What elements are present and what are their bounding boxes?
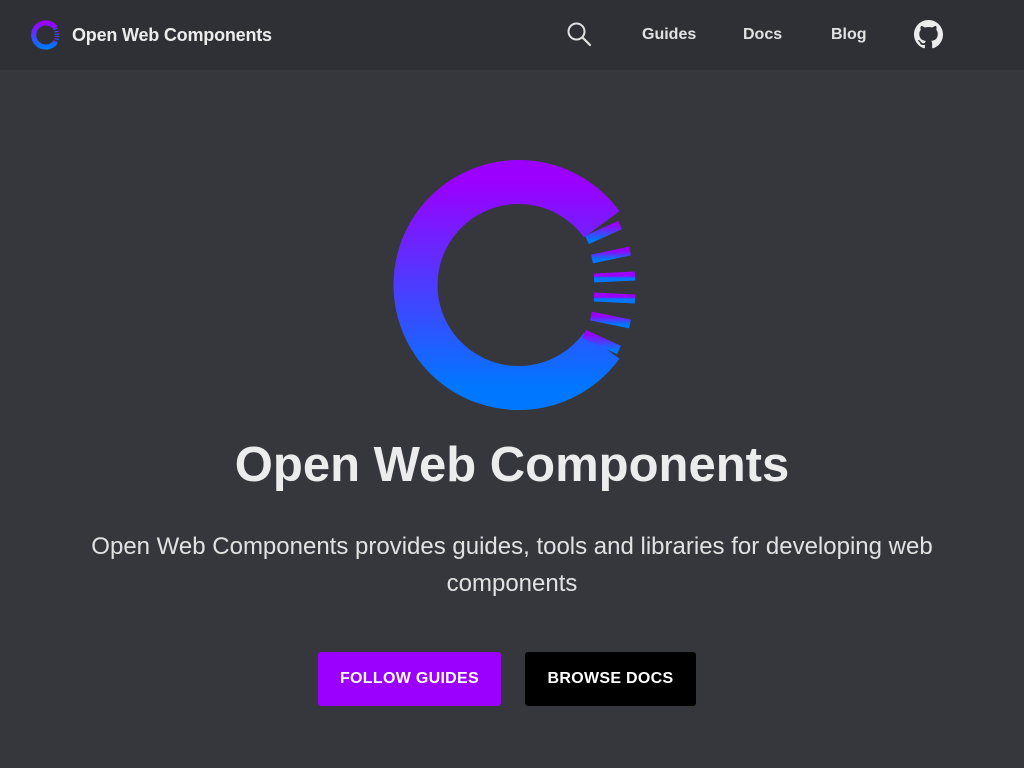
search-icon: [567, 22, 592, 47]
hero-title: Open Web Components: [234, 438, 790, 492]
follow-guides-button[interactable]: FOLLOW GUIDES: [318, 652, 501, 706]
open-web-components-logo-icon: [384, 157, 640, 413]
search-button[interactable]: [566, 21, 592, 47]
nav-link-docs[interactable]: Docs: [743, 25, 782, 45]
brand-home-link[interactable]: Open Web Components: [30, 19, 272, 51]
github-icon: [914, 20, 943, 49]
site-header: Open Web Components Guides Docs Blog: [0, 0, 1024, 70]
nav-link-guides[interactable]: Guides: [642, 25, 696, 45]
brand-name: Open Web Components: [72, 24, 272, 45]
nav-link-blog[interactable]: Blog: [831, 25, 867, 45]
browse-docs-button[interactable]: BROWSE DOCS: [525, 652, 696, 706]
hero-description: Open Web Components provides guides, too…: [91, 533, 933, 597]
open-web-components-logo-icon: [30, 20, 60, 50]
github-link[interactable]: [914, 20, 943, 49]
